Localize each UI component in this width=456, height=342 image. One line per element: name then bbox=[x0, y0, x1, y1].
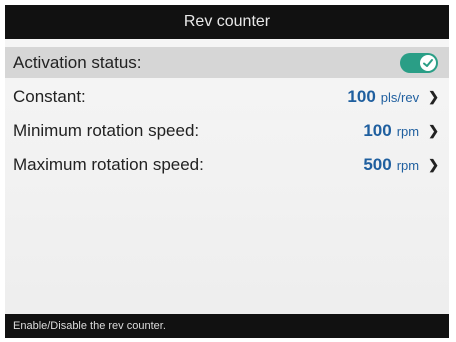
constant-unit: pls/rev bbox=[380, 89, 420, 105]
max-rotation-speed-row[interactable]: Maximum rotation speed: 500 rpm ❯ bbox=[5, 149, 449, 180]
max-rotation-speed-value: 500 rpm ❯ bbox=[363, 155, 439, 175]
activation-status-row[interactable]: Activation status: bbox=[5, 47, 449, 78]
max-speed-unit: rpm bbox=[396, 157, 420, 173]
constant-label: Constant: bbox=[13, 86, 86, 106]
constant-value: 100 pls/rev ❯ bbox=[347, 87, 439, 107]
min-rotation-speed-row[interactable]: Minimum rotation speed: 100 rpm ❯ bbox=[5, 115, 449, 146]
device-screen: Rev counter Activation status: Constant:… bbox=[5, 5, 449, 338]
page-title: Rev counter bbox=[183, 13, 271, 30]
chevron-right-icon: ❯ bbox=[428, 122, 439, 138]
max-speed-number: 500 bbox=[363, 154, 392, 174]
constant-number: 100 bbox=[347, 86, 376, 106]
max-rotation-speed-label: Maximum rotation speed: bbox=[13, 154, 204, 174]
min-rotation-speed-label: Minimum rotation speed: bbox=[13, 120, 200, 140]
help-text: Enable/Disable the rev counter. bbox=[13, 320, 166, 332]
min-rotation-speed-value: 100 rpm ❯ bbox=[363, 121, 439, 141]
activation-toggle[interactable] bbox=[400, 52, 438, 73]
chevron-right-icon: ❯ bbox=[428, 88, 439, 104]
activation-status-label: Activation status: bbox=[13, 52, 142, 72]
min-speed-number: 100 bbox=[363, 120, 392, 140]
title-bar: Rev counter bbox=[5, 5, 449, 39]
check-icon bbox=[423, 58, 433, 67]
chevron-right-icon: ❯ bbox=[428, 156, 439, 172]
toggle-knob bbox=[420, 54, 436, 71]
constant-row[interactable]: Constant: 100 pls/rev ❯ bbox=[5, 81, 449, 112]
help-bar: Enable/Disable the rev counter. bbox=[5, 314, 449, 338]
min-speed-unit: rpm bbox=[396, 123, 420, 139]
